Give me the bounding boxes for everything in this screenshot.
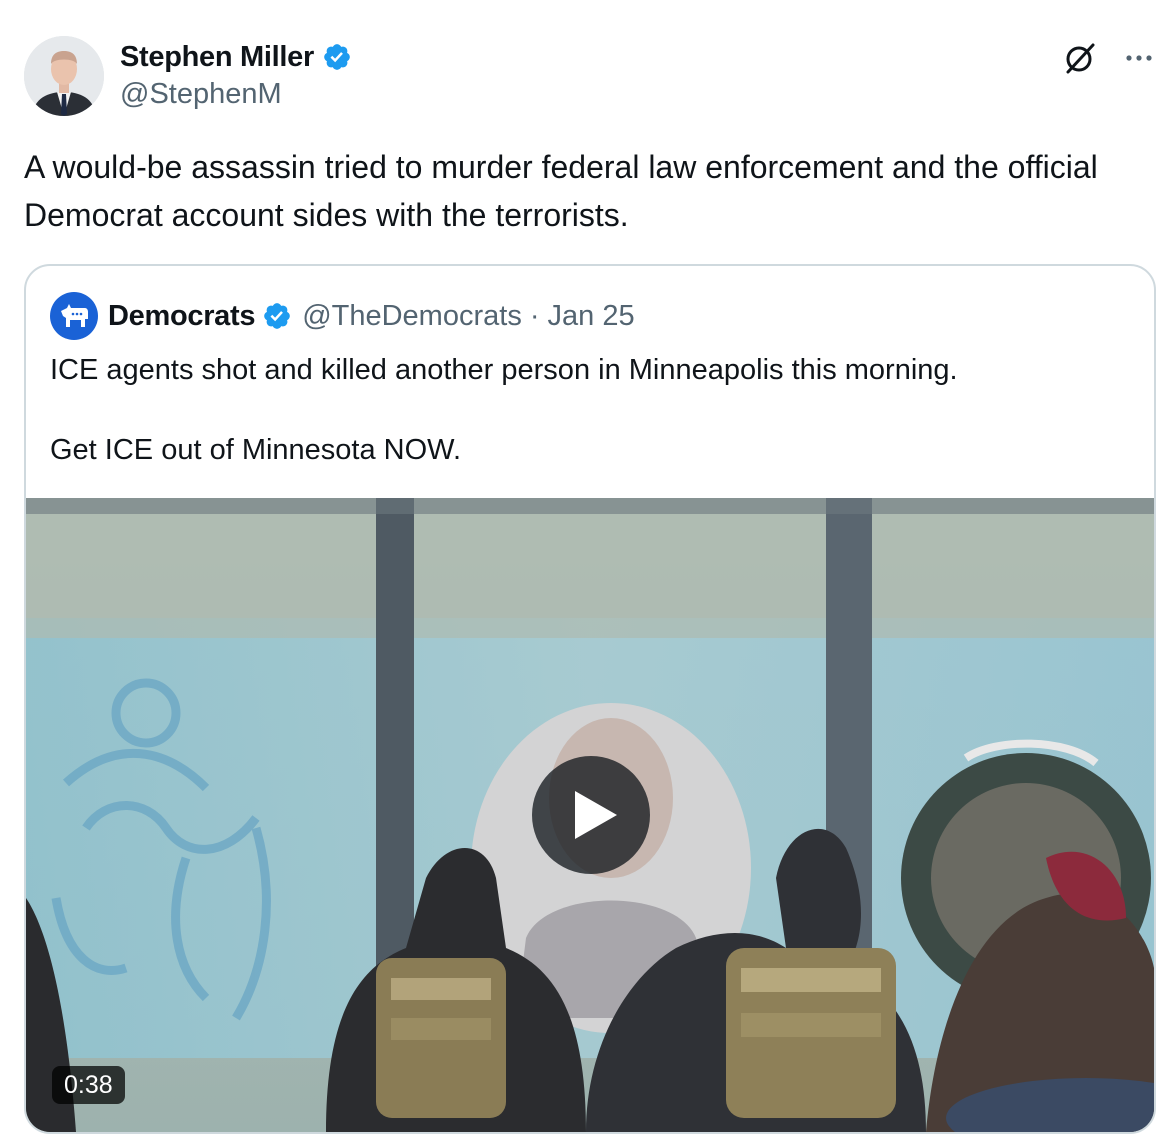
verified-badge-icon [324,44,350,70]
play-icon [575,791,617,839]
tweet-text: A would-be assassin tried to murder fede… [24,149,1098,233]
play-button[interactable] [532,756,650,874]
quoted-tweet-header: Democrats @TheDemocrats · Jan 25 [50,292,635,340]
author-name-row: Stephen Miller [120,38,352,76]
quoted-author-handle[interactable]: @TheDemocrats [302,300,522,333]
tweet-actions-top [1062,40,1154,76]
quoted-timestamp[interactable]: Jan 25 [548,300,635,333]
author-info: Stephen Miller @StephenM [120,38,352,111]
quoted-verified-badge-icon [264,303,291,329]
donkey-logo-icon [61,304,88,327]
video-player[interactable]: 0:38 [26,498,1154,1132]
author-name[interactable]: Stephen Miller [120,41,314,74]
author-handle[interactable]: @StephenM [120,78,352,111]
quoted-text-line-2: Get ICE out of Minnesota NOW. [50,434,461,466]
quoted-tweet[interactable]: Democrats @TheDemocrats · Jan 25 ICE age… [24,264,1156,1134]
tweet: Stephen Miller @StephenM A would-be assa… [0,0,1174,1140]
quoted-text-line-1: ICE agents shot and killed another perso… [50,354,958,386]
quoted-separator: · [529,299,540,332]
tweet-header: Stephen Miller @StephenM [24,36,1154,116]
quoted-avatar[interactable] [50,292,98,340]
author-avatar[interactable] [24,36,104,116]
quoted-tweet-text: ICE agents shot and killed another perso… [50,350,1130,470]
quoted-author-name[interactable]: Democrats [108,300,256,333]
more-icon[interactable] [1124,43,1154,73]
grok-icon[interactable] [1062,40,1098,76]
video-duration: 0:38 [52,1066,125,1104]
